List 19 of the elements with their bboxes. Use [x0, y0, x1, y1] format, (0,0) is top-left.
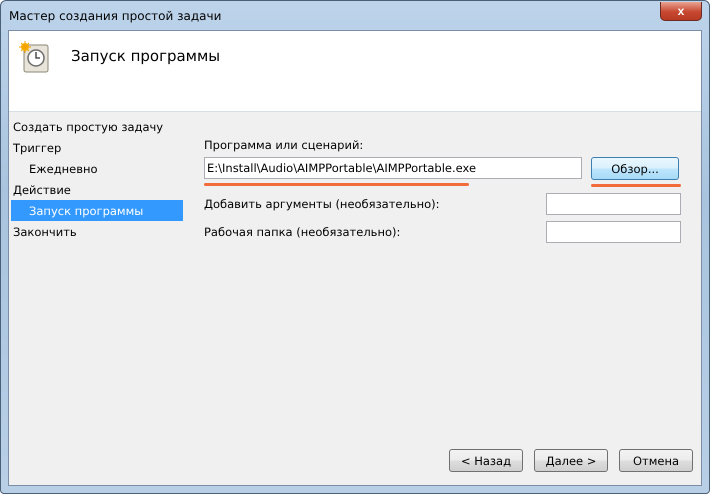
field-label: Рабочая папка (необязательно): [204, 225, 400, 239]
field-label: Программа или сценарий: [204, 138, 364, 152]
wizard-button[interactable]: < Назад [449, 449, 523, 472]
page-title: Запуск программы [71, 47, 220, 65]
program-field[interactable]: E:\Install\Audio\AIMPPortable\AIMPPortable.exe [204, 157, 582, 179]
wizard-step[interactable]: Действие [9, 179, 183, 200]
wizard-step[interactable]: Ежедневно [11, 158, 183, 179]
close-button[interactable]: x [660, 2, 702, 20]
field-label: Добавить аргументы (необязательно): [204, 197, 440, 211]
input-field[interactable] [546, 193, 681, 215]
input-field[interactable] [546, 221, 681, 243]
browse-button[interactable]: Обзор... [591, 157, 679, 180]
wizard-step[interactable]: Создать простую задачу [9, 116, 183, 137]
window-title: Мастер создания простой задачи [8, 8, 222, 22]
wizard-step[interactable]: Закончить [9, 221, 183, 242]
wizard-button[interactable]: Далее > [534, 449, 608, 472]
task-clock-icon [19, 41, 49, 73]
wizard-button[interactable]: Отмена [619, 449, 693, 472]
wizard-step[interactable]: Триггер [9, 137, 183, 158]
